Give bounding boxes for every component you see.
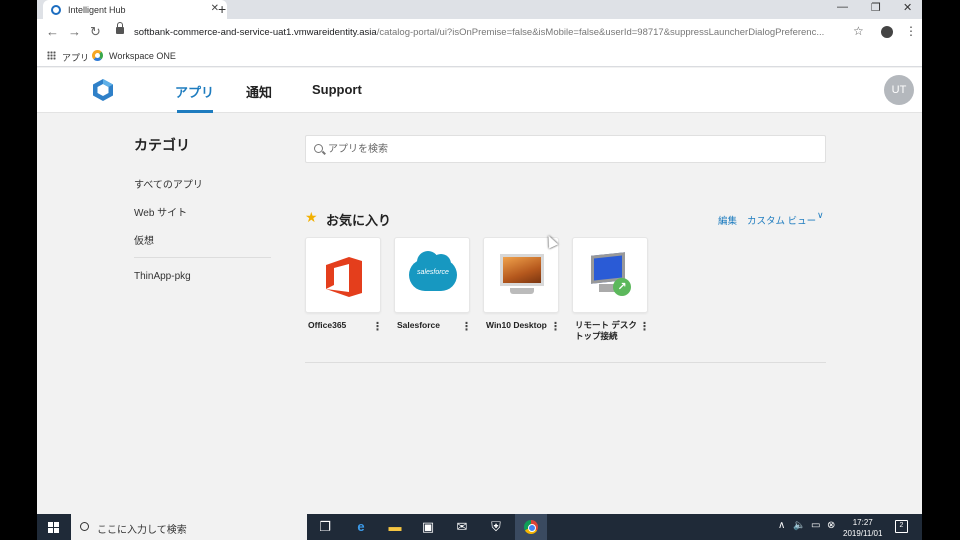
app-label-remote-desktop-line1[interactable]: リモート デスク xyxy=(575,320,637,330)
browser-tab-intelligent-hub[interactable]: Intelligent Hub ✕ xyxy=(43,0,227,19)
chrome-icon xyxy=(524,520,538,534)
favorites-title: お気に入り xyxy=(326,213,392,228)
bookmarks-bar: アプリ Workspace ONE xyxy=(37,46,922,67)
edit-favorites-link[interactable]: 編集 xyxy=(718,213,737,227)
store-icon[interactable]: ▣ xyxy=(420,519,436,535)
back-button[interactable]: ← xyxy=(46,24,59,39)
lock-icon[interactable] xyxy=(116,22,124,34)
custom-view-dropdown[interactable]: カスタム ビュー xyxy=(747,213,816,227)
favorites-star-icon: ★ xyxy=(305,209,318,225)
app-label-remote-desktop-line2[interactable]: トップ接続 xyxy=(575,331,618,341)
notification-center-icon[interactable]: 2 xyxy=(895,520,908,533)
active-tab-underline xyxy=(177,110,213,113)
app-search-box[interactable] xyxy=(305,135,826,163)
window-close-button[interactable]: ✕ xyxy=(903,1,912,14)
app-label-salesforce[interactable]: Salesforce xyxy=(397,320,440,330)
browser-menu-button[interactable]: ⋮ xyxy=(905,24,917,38)
category-item-websites[interactable]: Web サイト xyxy=(134,204,187,219)
clock-time: 17:27 xyxy=(852,518,873,527)
bookmark-apps[interactable]: アプリ xyxy=(62,51,89,64)
office365-icon xyxy=(326,257,362,297)
workspace-one-icon xyxy=(92,50,103,61)
windows-taskbar: ここに入力して検索 ❐ e ▬ ▣ ✉ ⛨ ∧ 🔈 ▭ ⊗ 17:27 2019… xyxy=(37,514,922,540)
edge-icon[interactable]: e xyxy=(353,519,369,535)
clock-date: 2019/11/01 xyxy=(843,529,883,538)
tab-notifications[interactable]: 通知 xyxy=(246,82,272,101)
monitor-stand xyxy=(510,288,534,294)
favorites-divider xyxy=(305,362,826,363)
account-icon[interactable] xyxy=(881,26,893,38)
url-path: /catalog-portal/ui?isOnPremise=false&isM… xyxy=(376,27,825,38)
apps-grid-icon[interactable] xyxy=(47,51,56,60)
bookmark-star-icon[interactable]: ☆ xyxy=(853,24,864,38)
search-icon xyxy=(314,144,323,153)
reload-button[interactable]: ↻ xyxy=(90,24,101,40)
file-explorer-icon[interactable]: ▬ xyxy=(387,519,403,535)
hub-header: アプリ 通知 Support UT xyxy=(37,68,922,113)
user-avatar[interactable]: UT xyxy=(884,75,914,105)
desktop-monitor-icon xyxy=(500,254,544,286)
new-tab-button[interactable]: + xyxy=(218,1,226,17)
tray-overflow-icon[interactable]: ∧ xyxy=(778,520,785,531)
remote-arrow-icon: ↗ xyxy=(613,278,631,296)
address-bar[interactable]: softbank-commerce-and-service-uat1.vmwar… xyxy=(134,27,841,38)
chrome-browser-window: Intelligent Hub ✕ + — ❐ ✕ ← → ↻ softbank… xyxy=(37,0,922,514)
browser-toolbar: ← → ↻ softbank-commerce-and-service-uat1… xyxy=(37,19,922,46)
bookmark-workspace-one[interactable]: Workspace ONE xyxy=(109,51,176,61)
tab-strip: Intelligent Hub ✕ + — ❐ ✕ xyxy=(37,0,922,19)
desktop-screen: Intelligent Hub ✕ + — ❐ ✕ ← → ↻ softbank… xyxy=(0,0,960,540)
salesforce-logo-text: salesforce xyxy=(417,269,449,276)
network-icon[interactable]: ▭ xyxy=(811,520,820,531)
hub-favicon-icon xyxy=(51,4,61,15)
window-minimize-button[interactable]: — xyxy=(837,1,848,13)
window-restore-button[interactable]: ❐ xyxy=(871,1,881,14)
volume-icon[interactable]: 🔈 xyxy=(793,520,805,531)
taskbar-search-box[interactable]: ここに入力して検索 xyxy=(71,514,307,540)
app-label-win10-desktop[interactable]: Win10 Desktop xyxy=(486,320,547,330)
chrome-taskbar-button[interactable] xyxy=(515,514,547,540)
tab-apps[interactable]: アプリ xyxy=(175,82,214,101)
app-card-win10-desktop[interactable] xyxy=(483,237,559,313)
app-menu-remote-desktop[interactable]: ⋮ xyxy=(639,320,650,333)
app-card-office365[interactable] xyxy=(305,237,381,313)
app-label-office365[interactable]: Office365 xyxy=(308,320,346,330)
windows-start-icon[interactable] xyxy=(48,522,59,533)
hub-logo-icon[interactable] xyxy=(92,78,114,102)
tab-support[interactable]: Support xyxy=(312,82,362,97)
mail-icon[interactable]: ✉ xyxy=(454,519,470,535)
app-menu-salesforce[interactable]: ⋮ xyxy=(461,320,472,333)
category-item-thinapp-pkg[interactable]: ThinApp-pkg xyxy=(134,271,191,282)
security-shield-icon[interactable]: ⛨ xyxy=(488,519,504,535)
app-card-salesforce[interactable]: salesforce xyxy=(394,237,470,313)
category-item-all-apps[interactable]: すべてのアプリ xyxy=(134,176,203,191)
taskbar-search-icon xyxy=(80,522,89,531)
taskbar-clock[interactable]: 17:27 2019/11/01 xyxy=(843,517,882,539)
app-menu-win10-desktop[interactable]: ⋮ xyxy=(550,320,561,333)
app-menu-office365[interactable]: ⋮ xyxy=(372,320,383,333)
app-card-remote-desktop[interactable]: ↗ xyxy=(572,237,648,313)
category-title: カテゴリ xyxy=(134,137,190,153)
task-view-icon[interactable]: ❐ xyxy=(317,519,333,535)
url-host: softbank-commerce-and-service-uat1.vmwar… xyxy=(134,27,377,38)
category-divider xyxy=(134,257,271,258)
chevron-down-icon[interactable]: ∨ xyxy=(817,210,824,221)
taskbar-search-placeholder: ここに入力して検索 xyxy=(97,525,187,536)
app-search-input[interactable] xyxy=(328,140,808,158)
forward-button[interactable]: → xyxy=(68,24,81,39)
defender-icon[interactable]: ⊗ xyxy=(827,520,835,531)
category-item-virtual[interactable]: 仮想 xyxy=(134,232,154,247)
tab-title: Intelligent Hub xyxy=(68,4,126,15)
